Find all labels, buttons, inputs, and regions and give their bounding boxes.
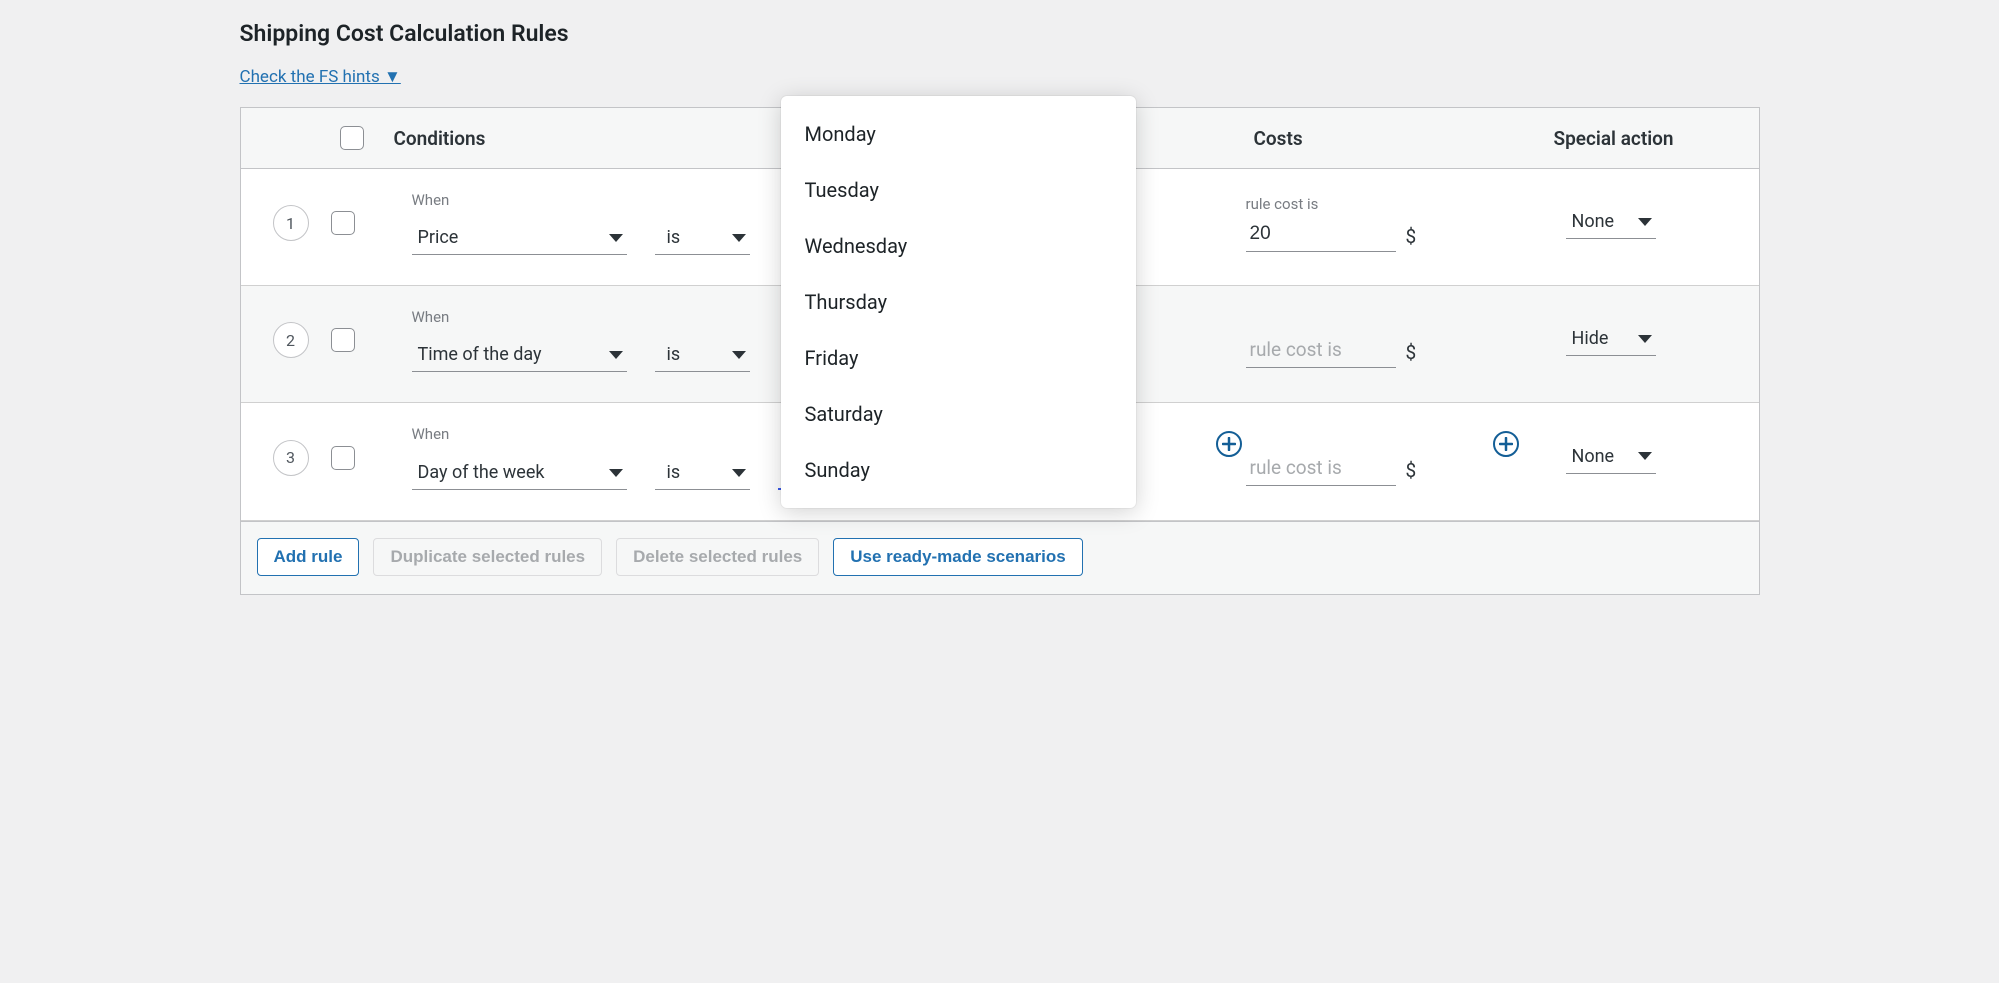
dropdown-option[interactable]: Monday [781,106,1136,162]
chevron-down-icon [1638,452,1652,460]
condition-value: Time of the day [418,344,542,365]
header-costs: Costs [1246,127,1546,150]
delete-rules-button[interactable]: Delete selected rules [616,538,819,576]
header-special-action: Special action [1546,127,1759,150]
dropdown-option[interactable]: Saturday [781,386,1136,442]
rule-index: 3 [273,440,309,476]
rule-index: 2 [273,322,309,358]
action-value: Hide [1572,328,1609,349]
dropdown-option[interactable]: Friday [781,330,1136,386]
dropdown-option[interactable]: Sunday [781,442,1136,498]
condition-value: Price [418,227,459,248]
currency-label: $ [1406,341,1417,368]
rule-checkbox[interactable] [331,328,355,352]
cost-input[interactable]: rule cost is [1246,452,1396,486]
action-value: None [1572,211,1615,232]
fs-hints-link[interactable]: Check the FS hints ▼ [240,67,401,87]
add-rule-button[interactable]: Add rule [257,538,360,576]
chevron-down-icon [1638,335,1652,343]
chevron-down-icon [732,469,746,477]
operator-value: is [667,227,681,248]
chevron-down-icon [609,234,623,242]
dropdown-option[interactable]: Thursday [781,274,1136,330]
rule-index: 1 [273,205,309,241]
cost-label: rule cost is [1246,195,1546,213]
condition-select[interactable]: Price [412,223,627,255]
select-all-checkbox[interactable] [340,126,364,150]
currency-label: $ [1406,225,1417,252]
duplicate-rules-button[interactable]: Duplicate selected rules [373,538,602,576]
action-value: None [1572,446,1615,467]
footer-actions: Add rule Duplicate selected rules Delete… [241,521,1759,594]
rule-checkbox[interactable] [331,211,355,235]
rules-table: Conditions Costs Special action 1 When P… [240,107,1760,595]
operator-select[interactable]: is [655,223,750,255]
chevron-down-icon [732,234,746,242]
page-title: Shipping Cost Calculation Rules [240,20,1760,47]
dropdown-option[interactable]: Tuesday [781,162,1136,218]
special-action-select[interactable]: None [1566,442,1656,474]
plus-icon [1499,437,1513,451]
operator-select[interactable]: is [655,458,750,490]
rule-checkbox[interactable] [331,446,355,470]
chevron-down-icon [732,351,746,359]
cost-input[interactable] [1246,219,1396,252]
days-dropdown: Monday Tuesday Wednesday Thursday Friday… [781,96,1136,508]
chevron-down-icon [609,351,623,359]
use-scenarios-button[interactable]: Use ready-made scenarios [833,538,1082,576]
condition-value: Day of the week [418,462,545,483]
operator-select[interactable]: is [655,340,750,372]
operator-value: is [667,462,681,483]
add-condition-button[interactable] [1216,431,1242,457]
currency-label: $ [1406,459,1417,486]
condition-select[interactable]: Day of the week [412,458,627,490]
operator-value: is [667,344,681,365]
add-cost-button[interactable] [1493,431,1519,457]
chevron-down-icon [1638,218,1652,226]
plus-icon [1222,437,1236,451]
cost-input[interactable]: rule cost is [1246,334,1396,368]
special-action-select[interactable]: Hide [1566,324,1656,356]
chevron-down-icon [609,469,623,477]
dropdown-option[interactable]: Wednesday [781,218,1136,274]
special-action-select[interactable]: None [1566,207,1656,239]
condition-select[interactable]: Time of the day [412,340,627,372]
